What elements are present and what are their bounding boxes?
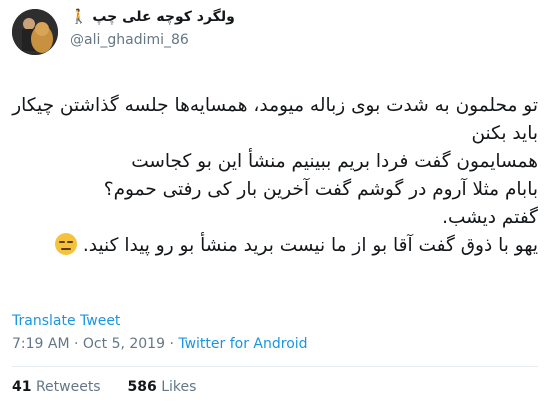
tweet-line: یهو با ذوق گفت آقا بو از ما نیست برید من…: [82, 235, 538, 256]
tweet-source[interactable]: Twitter for Android: [178, 336, 307, 352]
retweets-label: Retweets: [35, 379, 101, 395]
translate-tweet-link[interactable]: Translate Tweet: [12, 313, 120, 329]
tweet-meta: 7:19 AM · Oct 5, 2019 · Twitter for Andr…: [12, 336, 308, 352]
meta-separator: ·: [169, 336, 174, 352]
tweet-line: همسایمون گفت فردا بریم ببینیم منشأ این ب…: [131, 151, 538, 172]
tweet-line: گفتم دیشب.: [442, 207, 538, 228]
name-emoji: 🚶: [70, 9, 88, 25]
author-display-name[interactable]: 🚶 ولگرد کوچه علی چپ: [0, 9, 550, 25]
retweets-count: 41: [12, 379, 32, 395]
tweet-stats: 41 Retweets 586 Likes: [12, 379, 196, 395]
tweet-text: تو محلمون به شدت بوی زباله میومد، همسایه…: [12, 92, 538, 260]
retweets-stat[interactable]: 41 Retweets: [12, 379, 101, 395]
meta-separator: ·: [74, 336, 79, 352]
expressionless-face-icon: [54, 233, 77, 255]
divider: [12, 366, 538, 367]
tweet-line-last: یهو با ذوق گفت آقا بو از ما نیست برید من…: [12, 232, 538, 260]
tweet-line: بابام مثلا آروم در گوشم گفت آخرین بار کی…: [103, 179, 538, 200]
tweet-time[interactable]: 7:19 AM: [12, 336, 70, 352]
tweet-date[interactable]: Oct 5, 2019: [83, 336, 165, 352]
likes-stat[interactable]: 586 Likes: [128, 379, 197, 395]
likes-label: Likes: [161, 379, 197, 395]
tweet-line: تو محلمون به شدت بوی زباله میومد، همسایه…: [12, 95, 538, 144]
author-handle[interactable]: @ali_ghadimi_86: [70, 32, 189, 48]
likes-count: 586: [127, 379, 157, 395]
display-name-text: ولگرد کوچه علی چپ: [92, 9, 235, 25]
